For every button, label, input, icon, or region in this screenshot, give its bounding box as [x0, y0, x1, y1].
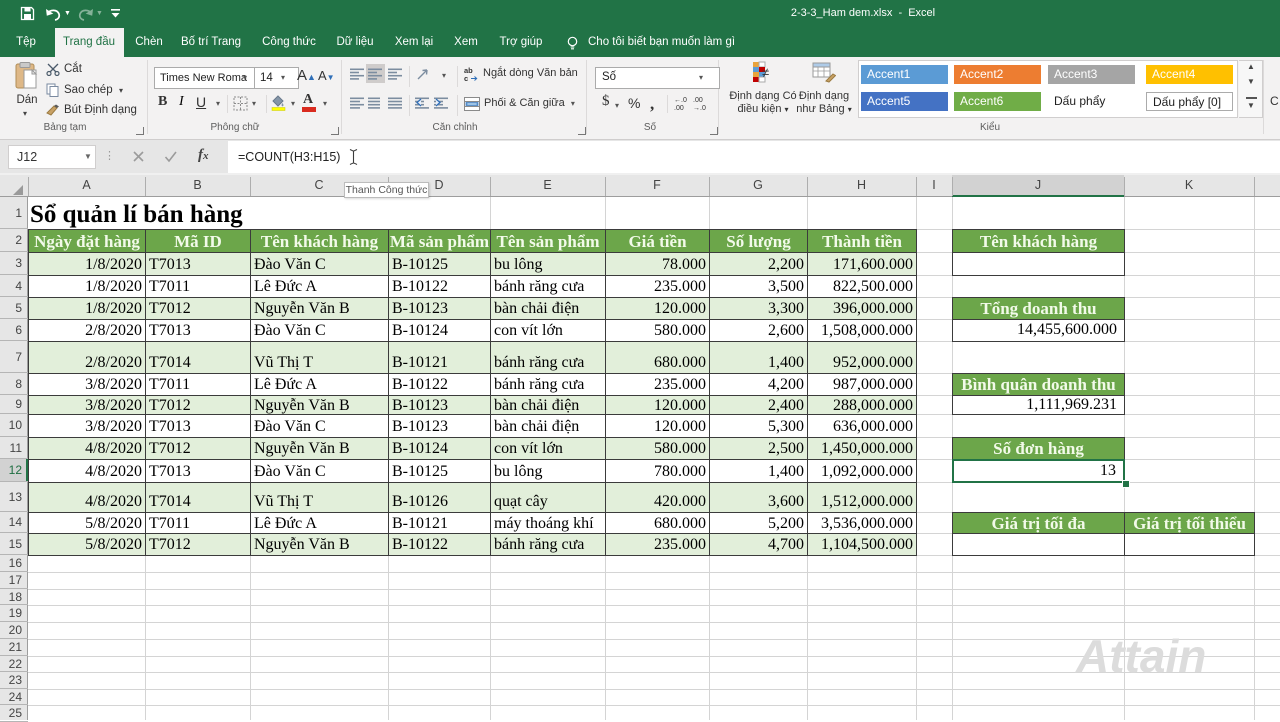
svg-text:.00: .00: [674, 105, 684, 110]
svg-text:→.0: →.0: [693, 105, 706, 110]
svg-text:←.0: ←.0: [674, 97, 687, 104]
svg-text:c: c: [464, 74, 468, 82]
svg-text:≠: ≠: [762, 65, 769, 80]
svg-text:.00: .00: [693, 97, 703, 104]
